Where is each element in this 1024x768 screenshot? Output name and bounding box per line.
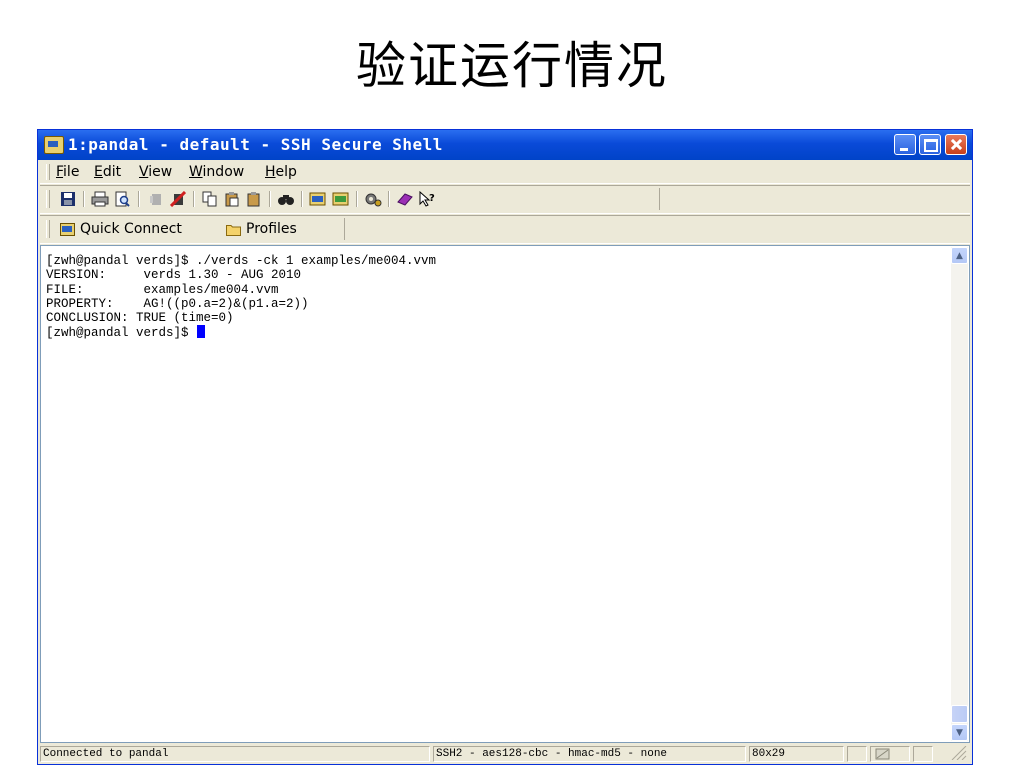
svg-text:?: ? [429,193,435,204]
vertical-scrollbar[interactable]: ▲ ▼ [951,247,968,741]
scroll-thumb[interactable] [951,705,968,723]
folder-icon [226,223,241,236]
close-icon[interactable] [945,134,967,155]
toolbar-separator [193,191,195,207]
menu-bar: File Edit View Window Help [40,161,970,184]
terminal-line: [zwh@pandal verds]$ ./verds -ck 1 exampl… [46,254,437,268]
save-icon[interactable] [58,190,78,208]
text-cursor [197,325,206,339]
menu-help-accel: H [265,164,276,180]
window-title: 1:pandal - default - SSH Secure Shell [68,135,443,154]
status-size: 80x29 [749,746,844,762]
menu-help[interactable]: Help [265,164,297,180]
context-help-icon[interactable]: ? [417,190,437,208]
terminal-line: CONCLUSION: TRUE (time=0) [46,311,234,326]
profiles-label: Profiles [246,221,297,237]
quick-connect-label: Quick Connect [80,221,182,237]
new-file-transfer-icon[interactable] [331,190,351,208]
menu-file-label: ile [63,164,80,180]
status-empty-pane [847,746,867,762]
terminal-line: PROPERTY: AG!((p0.a=2)&(p1.a=2)) [46,296,309,311]
menu-view-accel: V [139,164,149,180]
status-empty-pane [913,746,933,762]
paste-icon[interactable] [222,190,242,208]
toolbar-buttons: ? [54,188,660,210]
quick-connect-frame: Quick Connect Profiles [54,218,345,240]
toolbar-separator [83,191,85,207]
menu-window[interactable]: Window [189,164,244,180]
print-preview-icon[interactable] [112,190,132,208]
menu-edit-label: dit [102,164,122,180]
terminal-prompt: [zwh@pandal verds]$ [46,326,197,341]
minimize-icon[interactable] [894,134,916,155]
quickbar-grip [46,220,50,238]
terminal-app-icon[interactable] [44,136,64,154]
scroll-down-icon[interactable]: ▼ [951,724,968,741]
toolbar: ? [40,185,970,214]
toolbar-separator [356,191,358,207]
terminal-output: [zwh@pandal verds]$ ./verds -ck 1 exampl… [46,254,436,341]
find-icon[interactable] [276,190,296,208]
copy-icon[interactable] [200,190,220,208]
toolbar-separator [138,191,140,207]
resize-grip-icon[interactable] [936,746,968,762]
menu-edit[interactable]: Edit [94,164,121,180]
toolbar-separator [269,191,271,207]
menu-help-label: elp [275,164,297,180]
title-bar[interactable]: 1:pandal - default - SSH Secure Shell [38,130,972,160]
settings-icon[interactable] [363,190,383,208]
scroll-up-icon[interactable]: ▲ [951,247,968,264]
toolbar-grip [46,190,50,208]
menu-file-accel: F [56,164,64,180]
menubar-grip [46,164,50,180]
slide-title: 验证运行情况 [356,37,668,95]
menu-view-label: iew [148,164,173,180]
paste-special-icon[interactable] [244,190,264,208]
quick-connect-button[interactable]: Quick Connect [60,220,182,238]
disconnect-icon[interactable] [168,190,188,208]
menu-view[interactable]: View [139,164,172,180]
toolbar-separator [301,191,303,207]
terminal-area[interactable]: [zwh@pandal verds]$ ./verds -ck 1 exampl… [40,245,970,743]
ssh-window: 1:pandal - default - SSH Secure Shell Fi… [37,129,973,765]
terminal-line: FILE: examples/me004.vvm [46,282,279,297]
status-connection: Connected to pandal [40,746,430,762]
menu-edit-accel: E [94,164,103,180]
help-book-icon[interactable] [395,190,415,208]
menu-file[interactable]: File [56,164,79,180]
toolbar-separator [388,191,390,207]
menu-window-accel: W [189,164,203,180]
quick-connect-bar: Quick Connect Profiles [40,215,970,244]
status-bar: Connected to pandal SSH2 - aes128-cbc - … [38,744,972,764]
status-cipher: SSH2 - aes128-cbc - hmac-md5 - none [433,746,746,762]
profiles-button[interactable]: Profiles [226,220,297,238]
maximize-icon[interactable] [919,134,941,155]
status-connection-icon [870,746,910,762]
quick-connect-icon [60,222,75,236]
disabled-icon[interactable] [146,190,166,208]
terminal-line: VERSION: verds 1.30 - AUG 2010 [46,268,302,283]
print-icon[interactable] [90,190,110,208]
new-terminal-icon[interactable] [308,190,328,208]
menu-window-label: indow [202,164,245,180]
